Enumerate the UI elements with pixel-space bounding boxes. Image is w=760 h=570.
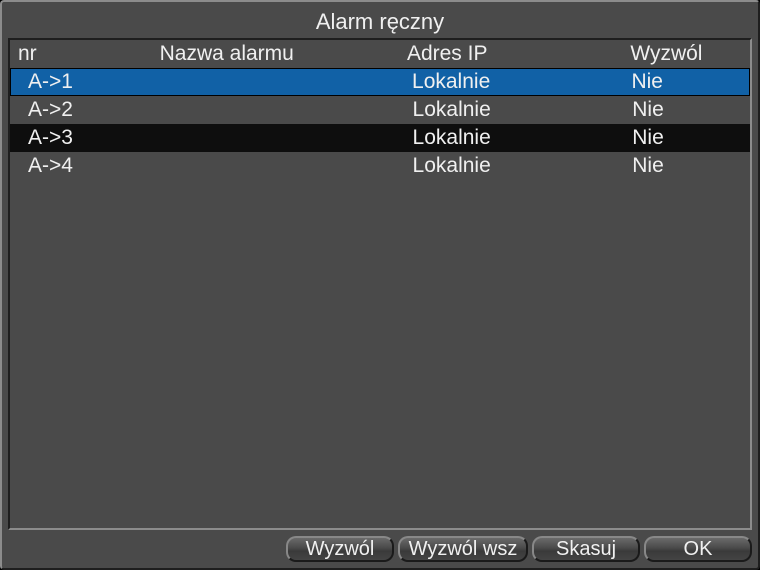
cell-trigger: Nie [632,126,750,150]
table-row[interactable]: A->4 LokalnieNie [10,152,750,180]
cell-trigger: Nie [632,154,750,178]
cell-ip: Lokalnie [413,126,633,150]
table-row[interactable]: A->2 LokalnieNie [10,96,750,124]
trigger-button[interactable]: Wyzwól [286,536,394,562]
cell-nr: A->1 [28,70,157,94]
table-row[interactable]: A->1 LokalnieNie [10,68,750,96]
cell-nr: A->4 [28,154,157,178]
button-bar: Wyzwól Wyzwól wsz Skasuj OK [2,536,758,564]
trigger-all-button[interactable]: Wyzwól wsz [398,536,528,562]
table-body: A->1LokalnieNieA->2LokalnieNieA->3Lokaln… [10,68,750,180]
manual-alarm-window: Alarm ręczny nr Nazwa alarmu Adres IP Wy… [0,0,760,570]
col-name: Nazwa alarmu [160,42,407,66]
alarm-list-panel: nr Nazwa alarmu Adres IP Wyzwól A->1 Loka… [8,38,752,530]
cell-nr: A->3 [28,126,157,150]
cell-trigger: Nie [632,98,750,122]
col-nr: nr [18,42,160,66]
cell-ip: Lokalnie [413,98,633,122]
window-title: Alarm ręczny [8,6,752,38]
table-row[interactable]: A->3 LokalnieNie [10,124,750,152]
cell-trigger: Nie [631,70,749,94]
cell-nr: A->2 [28,98,157,122]
col-ip: Adres IP [407,42,630,66]
table-header: nr Nazwa alarmu Adres IP Wyzwól [10,40,750,68]
ok-button[interactable]: OK [644,536,752,562]
cancel-button[interactable]: Skasuj [532,536,640,562]
cell-ip: Lokalnie [412,70,631,94]
cell-ip: Lokalnie [413,154,633,178]
col-trigger: Wyzwól [630,42,750,66]
